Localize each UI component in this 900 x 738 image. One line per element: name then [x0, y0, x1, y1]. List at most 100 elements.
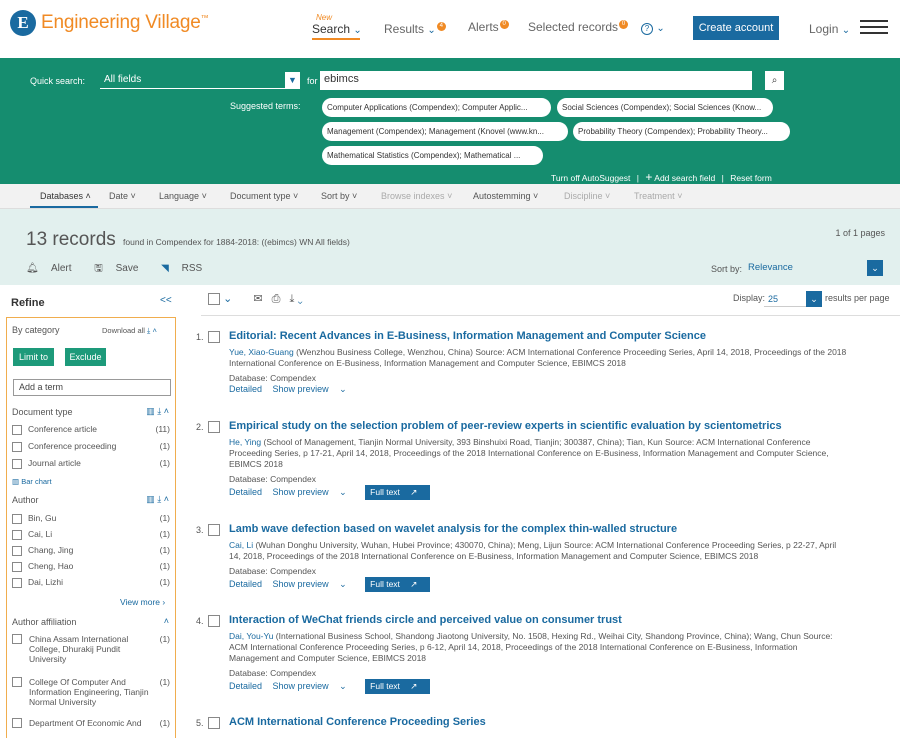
record-number: 4. — [196, 616, 204, 626]
affiliation-tools[interactable]: ˄ — [164, 616, 169, 626]
sort-select[interactable]: Relevance ⌄ — [745, 260, 883, 276]
results-per-page-select[interactable]: 25 ⌄ — [764, 291, 822, 307]
download-all-link[interactable]: Download all ⤓ ˄ — [102, 326, 157, 336]
suggested-term-chip[interactable]: Probability Theory (Compendex); Probabil… — [573, 122, 790, 141]
detailed-link[interactable]: Detailed — [229, 579, 262, 589]
record-title[interactable]: Editorial: Recent Advances in E-Business… — [229, 330, 706, 342]
author-option[interactable]: Bin, Gu (1) — [12, 513, 170, 524]
checkbox[interactable] — [12, 458, 22, 469]
author-option[interactable]: Chang, Jing (1) — [12, 545, 170, 556]
exclude-button[interactable]: Exclude — [65, 348, 106, 366]
filter-date[interactable]: Date ˅ — [109, 191, 136, 201]
email-icon[interactable]: ✉ — [253, 293, 262, 305]
checkbox[interactable] — [12, 577, 22, 588]
save-button[interactable]: 🖫 Save — [94, 263, 148, 274]
checkbox[interactable] — [12, 561, 22, 572]
affiliation-option[interactable]: Department Of Economic And (1) — [12, 718, 170, 728]
filter-document-type[interactable]: Document type ˅ — [230, 191, 298, 201]
nav-login[interactable]: Login ⌄ — [809, 22, 850, 36]
create-account-button[interactable]: Create account — [693, 16, 779, 40]
limit-to-button[interactable]: Limit to — [13, 348, 54, 366]
rss-button[interactable]: ◥ RSS — [161, 263, 212, 274]
filter-sort-by[interactable]: Sort by ˅ — [321, 191, 357, 201]
show-preview-link[interactable]: Show preview ⌄ — [273, 487, 355, 497]
affiliation-option[interactable]: College Of Computer And Information Engi… — [12, 677, 170, 707]
checkbox[interactable] — [12, 634, 22, 644]
nav-alerts[interactable]: Alerts 0 — [468, 20, 509, 34]
download-icon[interactable]: ⤓ — [290, 293, 295, 305]
detailed-link[interactable]: Detailed — [229, 384, 262, 394]
author-option[interactable]: Dai, Lizhi (1) — [12, 577, 170, 588]
chevron-down-icon[interactable]: ⌄ — [223, 293, 232, 305]
document-type-tools[interactable]: ▥ ⤓ ˄ — [146, 406, 169, 417]
alert-button[interactable]: 🔔︎ Alert — [26, 263, 82, 274]
full-text-button[interactable]: Full text ↗ — [365, 679, 431, 694]
record-checkbox[interactable] — [208, 331, 220, 343]
filter-databases[interactable]: Databases ˄ — [40, 191, 91, 201]
reset-form-link[interactable]: Reset form — [730, 173, 772, 183]
record-checkbox[interactable] — [208, 524, 220, 536]
nav-search[interactable]: New Search ⌄ — [312, 13, 362, 36]
affiliation-option[interactable]: China Assam International College, Dhura… — [12, 634, 170, 664]
author-option[interactable]: Cai, Li (1) — [12, 529, 170, 540]
record-checkbox[interactable] — [208, 421, 220, 433]
suggested-term-chip[interactable]: Computer Applications (Compendex); Compu… — [322, 98, 551, 117]
filter-browse-indexes[interactable]: Browse indexes ˅ — [381, 191, 452, 201]
record-actions: Detailed Show preview ⌄ — [229, 384, 363, 395]
checkbox[interactable] — [12, 441, 22, 452]
filter-treatment[interactable]: Treatment ˅ — [634, 191, 682, 201]
author-link[interactable]: He, Ying — [229, 437, 261, 447]
select-all-checkbox[interactable] — [208, 293, 220, 306]
view-more-link[interactable]: View more › — [120, 597, 165, 607]
menu-icon[interactable] — [860, 20, 888, 38]
filter-discipline[interactable]: Discipline ˅ — [564, 191, 610, 201]
checkbox[interactable] — [12, 545, 22, 556]
print-icon[interactable]: ⎙ — [272, 293, 281, 305]
nav-help[interactable]: ? ⌄ — [641, 20, 665, 35]
nav-results[interactable]: Results ⌄ 4 — [384, 22, 446, 36]
chevron-down-icon: ⌄ — [867, 260, 883, 276]
collapse-refine-button[interactable]: << — [160, 295, 172, 306]
search-field-select[interactable]: All fields ▼ — [100, 72, 300, 89]
detailed-link[interactable]: Detailed — [229, 681, 262, 691]
doc-type-option[interactable]: Conference article (11) — [12, 424, 170, 435]
show-preview-link[interactable]: Show preview ⌄ — [273, 384, 355, 394]
author-link[interactable]: Cai, Li — [229, 540, 253, 550]
author-link[interactable]: Dai, You-Yu — [229, 631, 273, 641]
doc-type-option[interactable]: Journal article (1) — [12, 458, 170, 469]
filter-autostemming[interactable]: Autostemming ˅ — [473, 191, 538, 201]
search-input[interactable]: ebimcs — [320, 71, 752, 90]
checkbox[interactable] — [12, 718, 22, 728]
suggested-term-chip[interactable]: Social Sciences (Compendex); Social Scie… — [557, 98, 773, 117]
record-checkbox[interactable] — [208, 615, 220, 627]
checkbox[interactable] — [12, 529, 22, 540]
suggested-term-chip[interactable]: Mathematical Statistics (Compendex); Mat… — [322, 146, 543, 165]
add-term-input[interactable]: Add a term — [13, 379, 171, 396]
full-text-button[interactable]: Full text ↗ — [365, 485, 431, 500]
author-option[interactable]: Cheng, Hao (1) — [12, 561, 170, 572]
author-link[interactable]: Yue, Xiao-Guang — [229, 347, 294, 357]
turn-off-autosuggest-link[interactable]: Turn off AutoSuggest — [551, 173, 630, 183]
search-icon[interactable]: ⌕ — [765, 71, 784, 90]
bar-chart-link[interactable]: ▥ Bar chart — [12, 477, 52, 486]
filter-language[interactable]: Language ˅ — [159, 191, 207, 201]
checkbox[interactable] — [12, 677, 22, 687]
record-title[interactable]: Empirical study on the selection problem… — [229, 420, 782, 432]
show-preview-link[interactable]: Show preview ⌄ — [273, 579, 355, 589]
author-tools[interactable]: ▥ ⤓ ˄ — [146, 494, 169, 505]
record-title[interactable]: ACM International Conference Proceeding … — [229, 716, 486, 728]
show-preview-link[interactable]: Show preview ⌄ — [273, 681, 355, 691]
full-text-button[interactable]: Full text ↗ — [365, 577, 431, 592]
record-title[interactable]: Interaction of WeChat friends circle and… — [229, 614, 622, 626]
checkbox[interactable] — [12, 424, 22, 435]
nav-selected-records[interactable]: Selected records 0 — [528, 20, 629, 34]
suggested-term-chip[interactable]: Management (Compendex); Management (Knov… — [322, 122, 568, 141]
detailed-link[interactable]: Detailed — [229, 487, 262, 497]
checkbox[interactable] — [12, 513, 22, 524]
record-title[interactable]: Lamb wave defection based on wavelet ana… — [229, 523, 677, 535]
record-checkbox[interactable] — [208, 717, 220, 729]
doc-type-option[interactable]: Conference proceeding (1) — [12, 441, 170, 452]
add-search-field-link[interactable]: Add search field — [654, 173, 715, 183]
chevron-down-icon[interactable]: ⌄ — [297, 293, 302, 305]
chevron-down-icon: ⌄ — [339, 579, 347, 589]
